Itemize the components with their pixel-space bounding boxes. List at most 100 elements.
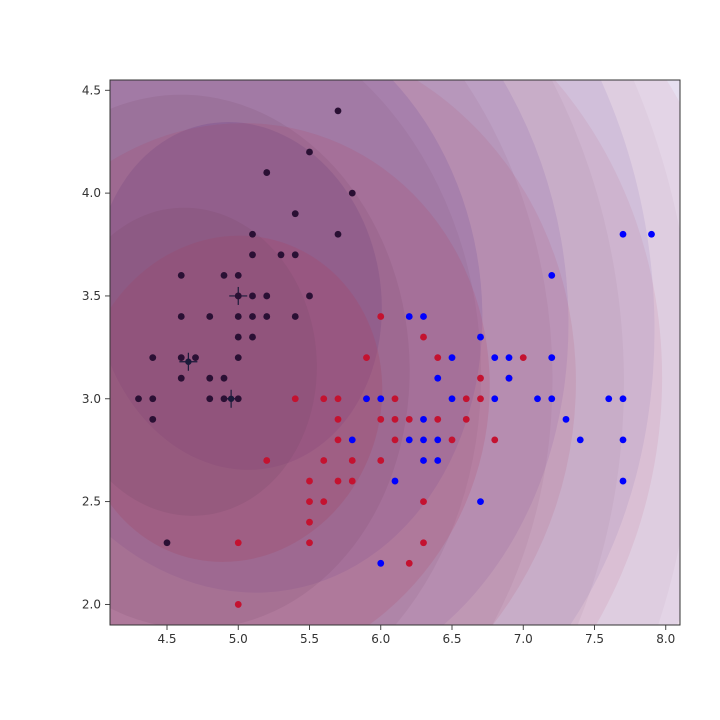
data-point (434, 457, 441, 464)
data-point (406, 560, 413, 567)
data-point (506, 354, 513, 361)
data-point (149, 395, 156, 402)
data-point (420, 498, 427, 505)
data-point (235, 601, 242, 608)
data-point (206, 375, 213, 382)
data-point (392, 395, 399, 402)
data-point (206, 395, 213, 402)
data-point (206, 313, 213, 320)
data-point (449, 437, 456, 444)
data-point (605, 395, 612, 402)
data-point (349, 190, 356, 197)
data-point (178, 375, 185, 382)
data-point (349, 457, 356, 464)
data-point (477, 334, 484, 341)
crosshair-center (228, 396, 234, 402)
data-point (249, 334, 256, 341)
data-point (235, 334, 242, 341)
data-point (249, 313, 256, 320)
data-point (420, 539, 427, 546)
data-point (520, 354, 527, 361)
data-point (178, 354, 185, 361)
data-point (263, 313, 270, 320)
data-point (491, 354, 498, 361)
data-point (491, 395, 498, 402)
data-point (477, 395, 484, 402)
data-point (420, 416, 427, 423)
data-point (449, 395, 456, 402)
data-point (320, 457, 327, 464)
data-point (363, 395, 370, 402)
data-point (620, 395, 627, 402)
data-point (563, 416, 570, 423)
y-tick-label: 3.0 (82, 392, 101, 406)
data-point (306, 519, 313, 526)
data-point (249, 293, 256, 300)
data-point (377, 416, 384, 423)
x-tick-label: 5.5 (300, 632, 319, 646)
data-point (377, 395, 384, 402)
data-point (178, 272, 185, 279)
data-point (349, 437, 356, 444)
data-point (306, 539, 313, 546)
data-point (235, 293, 242, 300)
x-tick-label: 4.5 (157, 632, 176, 646)
data-point (335, 395, 342, 402)
data-point (235, 313, 242, 320)
data-point (363, 354, 370, 361)
data-point (335, 107, 342, 114)
data-point (164, 539, 171, 546)
x-tick-label: 7.5 (585, 632, 604, 646)
data-point (335, 478, 342, 485)
data-point (235, 395, 242, 402)
data-point (548, 272, 555, 279)
data-point (420, 457, 427, 464)
data-point (377, 313, 384, 320)
data-point (548, 354, 555, 361)
y-tick-label: 2.0 (82, 597, 101, 611)
data-point (434, 354, 441, 361)
scatter-contour-plot: 4.55.05.56.06.57.07.58.02.02.53.03.54.04… (0, 0, 720, 720)
data-point (221, 272, 228, 279)
data-point (306, 478, 313, 485)
data-point (434, 416, 441, 423)
data-point (221, 375, 228, 382)
data-point (477, 498, 484, 505)
data-point (292, 210, 299, 217)
data-point (577, 437, 584, 444)
data-point (392, 478, 399, 485)
chart-container: 4.55.05.56.06.57.07.58.02.02.53.03.54.04… (0, 0, 720, 720)
data-point (335, 416, 342, 423)
data-point (292, 251, 299, 258)
data-point (477, 375, 484, 382)
y-tick-label: 4.0 (82, 186, 101, 200)
data-point (306, 293, 313, 300)
crosshair-center (185, 359, 191, 365)
data-point (249, 231, 256, 238)
data-point (406, 437, 413, 444)
data-point (335, 231, 342, 238)
data-point (392, 416, 399, 423)
data-point (149, 354, 156, 361)
x-tick-label: 5.0 (229, 632, 248, 646)
x-tick-label: 6.5 (442, 632, 461, 646)
data-point (620, 231, 627, 238)
y-tick-label: 4.5 (82, 83, 101, 97)
data-point (235, 354, 242, 361)
data-point (263, 293, 270, 300)
data-point (420, 334, 427, 341)
data-point (320, 498, 327, 505)
data-point (420, 437, 427, 444)
data-point (149, 416, 156, 423)
data-point (434, 437, 441, 444)
data-point (406, 313, 413, 320)
data-point (406, 416, 413, 423)
data-point (320, 395, 327, 402)
data-point (235, 272, 242, 279)
data-point (306, 498, 313, 505)
data-point (534, 395, 541, 402)
data-point (377, 457, 384, 464)
x-tick-label: 6.0 (371, 632, 390, 646)
data-point (434, 375, 441, 382)
data-point (292, 395, 299, 402)
